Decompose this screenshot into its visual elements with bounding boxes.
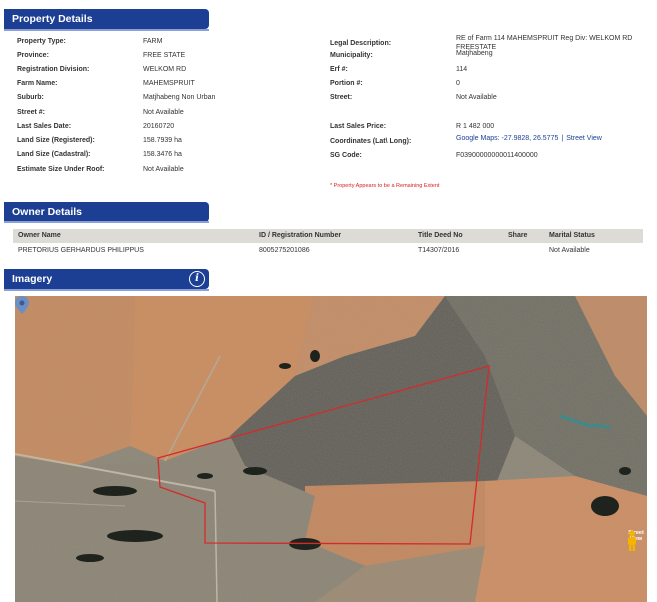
sg-code-label: SG Code: (330, 152, 362, 159)
property-type-value: FARM (143, 38, 163, 45)
property-row: Estimate Size Under Roof: Not Available (17, 166, 647, 178)
street-number-label: Street #: (17, 109, 46, 116)
owner-table-header: Owner Name ID / Registration Number Titl… (13, 229, 643, 243)
property-details-title: Property Details (12, 13, 93, 25)
farm-name-label: Farm Name: (17, 80, 58, 87)
col-share: Share (508, 232, 528, 239)
land-size-registered-value: 158.7939 ha (143, 137, 182, 144)
last-sales-price-label: Last Sales Price: (330, 123, 387, 130)
owner-details-title: Owner Details (12, 206, 83, 218)
farm-name-value: MAHEMSPRUIT (143, 80, 195, 87)
last-sales-date-value: 20160720 (143, 123, 175, 130)
pegman-icon (628, 530, 636, 551)
street-label: Street: (330, 94, 353, 101)
property-row: Registration Division: WELKOM RD Erf #: … (17, 66, 647, 78)
property-row: Last Sales Date: 20160720 Last Sales Pri… (17, 123, 647, 135)
col-marital-status: Marital Status (549, 232, 595, 239)
property-row: Land Size (Registered): 158.7939 ha Coor… (17, 135, 647, 149)
divider (4, 29, 209, 31)
erf-value: 114 (456, 66, 468, 73)
last-sales-date-label: Last Sales Date: (17, 123, 72, 130)
google-maps-link[interactable]: Google Maps: -27.9828, 26.5775 (456, 135, 558, 142)
col-id-number: ID / Registration Number (259, 232, 342, 239)
satellite-map[interactable]: Street View (15, 296, 647, 602)
legal-description-label: Legal Description: (330, 40, 392, 47)
portion-value: 0 (456, 80, 460, 87)
property-row: Province: FREE STATE Municipality: Matjh… (17, 50, 647, 64)
table-row: PRETORIUS GERHARDUS PHILIPPUS 8005275201… (13, 246, 643, 258)
sg-code-value: F03900000000011400000 (456, 152, 538, 159)
imagery-header: Imagery i (4, 269, 209, 289)
title-deed-cell: T14307/2016 (418, 247, 460, 254)
registration-division-value: WELKOM RD (143, 66, 187, 73)
registration-division-label: Registration Division: (17, 66, 90, 73)
province-label: Province: (17, 52, 49, 59)
street-number-value: Not Available (143, 109, 184, 116)
divider (4, 289, 209, 291)
land-size-cadastral-label: Land Size (Cadastral): (17, 151, 91, 158)
property-row: Property Type: FARM Legal Description: R… (17, 35, 647, 51)
property-row: Farm Name: MAHEMSPRUIT Portion #: 0 (17, 80, 647, 92)
marital-status-cell: Not Available (549, 247, 590, 254)
last-sales-price-value: R 1 482 000 (456, 123, 495, 130)
owner-details-header: Owner Details (4, 202, 209, 222)
province-value: FREE STATE (143, 52, 186, 59)
coordinates-label: Coordinates (Lat\ Long): (330, 138, 412, 145)
estimate-size-label: Estimate Size Under Roof: (17, 166, 105, 173)
property-type-label: Property Type: (17, 38, 66, 45)
property-row: Street #: Not Available (17, 109, 647, 121)
imagery-title: Imagery (12, 273, 53, 285)
coordinates-value: Google Maps: -27.9828, 26.5775 | Street Vi… (456, 135, 602, 142)
erf-label: Erf #: (330, 66, 348, 73)
street-view-link[interactable]: Street View (566, 135, 602, 142)
property-row: Land Size (Cadastral): 158.3476 ha SG Co… (17, 151, 647, 163)
municipality-label: Municipality: (330, 52, 373, 59)
coordinates-separator: | (561, 135, 564, 142)
remaining-extent-note: * Property Appears to be a Remaining Ext… (330, 183, 440, 189)
land-size-cadastral-value: 158.3476 ha (143, 151, 182, 158)
divider (4, 221, 209, 223)
estimate-size-value: Not Available (143, 166, 184, 173)
street-view-button[interactable]: Street View (625, 530, 647, 551)
info-icon[interactable]: i (189, 271, 205, 287)
property-details-header: Property Details (4, 9, 209, 29)
owner-name-cell: PRETORIUS GERHARDUS PHILIPPUS (18, 247, 144, 254)
portion-label: Portion #: (330, 80, 363, 87)
satellite-imagery (15, 296, 647, 602)
suburb-label: Suburb: (17, 94, 44, 101)
id-number-cell: 8005275201086 (259, 247, 310, 254)
col-owner-name: Owner Name (18, 232, 61, 239)
property-row: Suburb: Matjhabeng Non Urban Street: Not… (17, 94, 647, 106)
suburb-value: Matjhabeng Non Urban (143, 94, 216, 101)
col-title-deed: Title Deed No (418, 232, 463, 239)
land-size-registered-label: Land Size (Registered): (17, 137, 95, 144)
municipality-value: Matjhabeng (456, 50, 493, 57)
map-pin-icon[interactable] (15, 296, 29, 314)
street-value: Not Available (456, 94, 497, 101)
